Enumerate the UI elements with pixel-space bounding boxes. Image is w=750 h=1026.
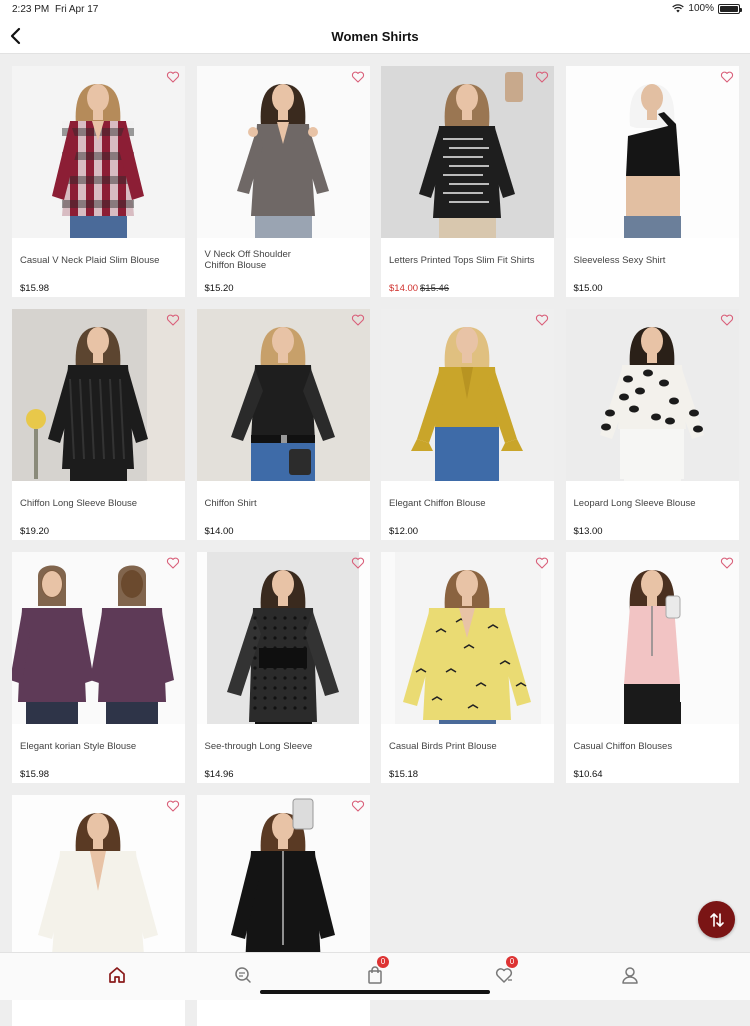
product-name: See-through Long Sleeve [204,741,313,752]
product-image[interactable] [196,309,370,481]
product-image[interactable] [381,552,554,724]
product-image[interactable] [381,309,554,481]
product-card[interactable]: Leopard Long Sleeve Blouse $13.00 [565,309,739,540]
battery-icon [718,3,742,14]
product-image[interactable] [565,309,739,481]
home-indicator [260,990,490,994]
status-right: 100% [672,3,742,14]
wishlist-heart-icon[interactable] [720,313,734,327]
product-image[interactable] [196,66,370,238]
wishlist-heart-icon[interactable] [351,799,365,813]
wishlist-count-badge: 0 [506,956,518,968]
product-image[interactable] [12,66,185,238]
sort-button[interactable] [698,901,735,938]
cart-count-badge: 0 [377,956,389,968]
battery-percent: 100% [688,3,714,14]
product-card[interactable]: V Neck Off Shoulder Chiffon Blouse $15.20 [196,66,370,297]
wishlist-heart-icon[interactable] [166,556,180,570]
wishlist-heart-icon[interactable] [720,556,734,570]
status-time: 2:23 PM [12,4,50,15]
product-name: Casual Birds Print Blouse [389,741,497,752]
tab-account[interactable] [620,965,640,985]
product-price: $15.18 [389,769,419,780]
product-name: Casual V Neck Plaid Slim Blouse [20,255,160,266]
tab-home[interactable] [107,965,127,985]
product-image[interactable] [196,552,370,724]
product-price: $13.00 [573,526,603,537]
product-price: $10.64 [573,769,603,780]
wifi-icon [672,4,685,13]
product-price: $14.00 [389,283,419,294]
product-name: Chiffon Shirt [204,498,257,509]
product-original-price: $15.46 [420,283,450,294]
user-icon [622,967,638,984]
home-icon [109,967,125,983]
search-list-icon [235,967,251,983]
product-price: $19.20 [20,526,50,537]
tab-wishlist[interactable]: 0 [494,956,518,985]
product-name: Letters Printed Tops Slim Fit Shirts [389,255,535,266]
product-name: Chiffon Long Sleeve Blouse [20,498,138,509]
product-card[interactable]: Chiffon Long Sleeve Blouse $19.20 [12,309,185,540]
product-card[interactable]: Chiffon Shirt $14.00 [196,309,370,540]
wishlist-heart-icon[interactable] [166,313,180,327]
tab-search[interactable] [233,965,253,985]
product-card[interactable]: Casual V Neck Plaid Slim Blouse $15.98 [12,66,185,297]
wishlist-heart-icon[interactable] [720,70,734,84]
product-price: $12.00 [389,526,419,537]
product-image[interactable] [196,795,370,967]
product-price: $15.98 [20,769,50,780]
product-name: Elegant korian Style Blouse [20,741,137,752]
product-image[interactable] [12,795,185,967]
wishlist-heart-icon[interactable] [166,799,180,813]
product-name: Elegant Chiffon Blouse [389,498,486,509]
page-title: Women Shirts [331,29,419,44]
product-image[interactable] [565,552,739,724]
shopping-bag-icon [368,966,382,984]
wishlist-heart-icon[interactable] [535,313,549,327]
product-image[interactable] [381,66,554,238]
product-price: $14.96 [204,769,234,780]
wishlist-heart-icon[interactable] [351,556,365,570]
wishlist-heart-icon[interactable] [166,70,180,84]
product-name: V Neck Off Shoulder Chiffon Blouse [204,249,291,271]
product-image[interactable] [565,66,739,238]
product-price: $15.00 [573,283,603,294]
product-card[interactable]: Elegant korian Style Blouse $15.98 [12,552,185,783]
status-date: Fri Apr 17 [55,4,99,15]
sort-arrows-icon [709,912,724,927]
product-price: $15.98 [20,283,50,294]
product-card[interactable]: Letters Printed Tops Slim Fit Shirts $14.… [381,66,554,297]
status-bar: 2:23 PM Fri Apr 17 100% [0,0,750,18]
product-card[interactable]: Elegant Chiffon Blouse $12.00 [381,309,554,540]
product-card[interactable]: Casual Chiffon Blouses $10.64 [565,552,739,783]
wishlist-heart-icon[interactable] [351,70,365,84]
wishlist-heart-icon[interactable] [351,313,365,327]
product-card[interactable]: Sleeveless Sexy Shirt $15.00 [565,66,739,297]
product-card[interactable]: Casual Birds Print Blouse $15.18 [381,552,554,783]
tab-cart[interactable]: 0 [365,956,389,985]
product-price: $14.00 [204,526,234,537]
wishlist-heart-icon [495,968,513,983]
navigation-bar: Women Shirts [0,18,750,54]
product-name: Sleeveless Sexy Shirt [573,255,666,266]
wishlist-heart-icon[interactable] [535,556,549,570]
product-name: Leopard Long Sleeve Blouse [573,498,696,509]
product-name: Casual Chiffon Blouses [573,741,673,752]
product-price: $15.20 [204,283,234,294]
wishlist-heart-icon[interactable] [535,70,549,84]
product-image[interactable] [12,552,185,724]
product-card[interactable]: See-through Long Sleeve $14.96 [196,552,370,783]
product-image[interactable] [12,309,185,481]
